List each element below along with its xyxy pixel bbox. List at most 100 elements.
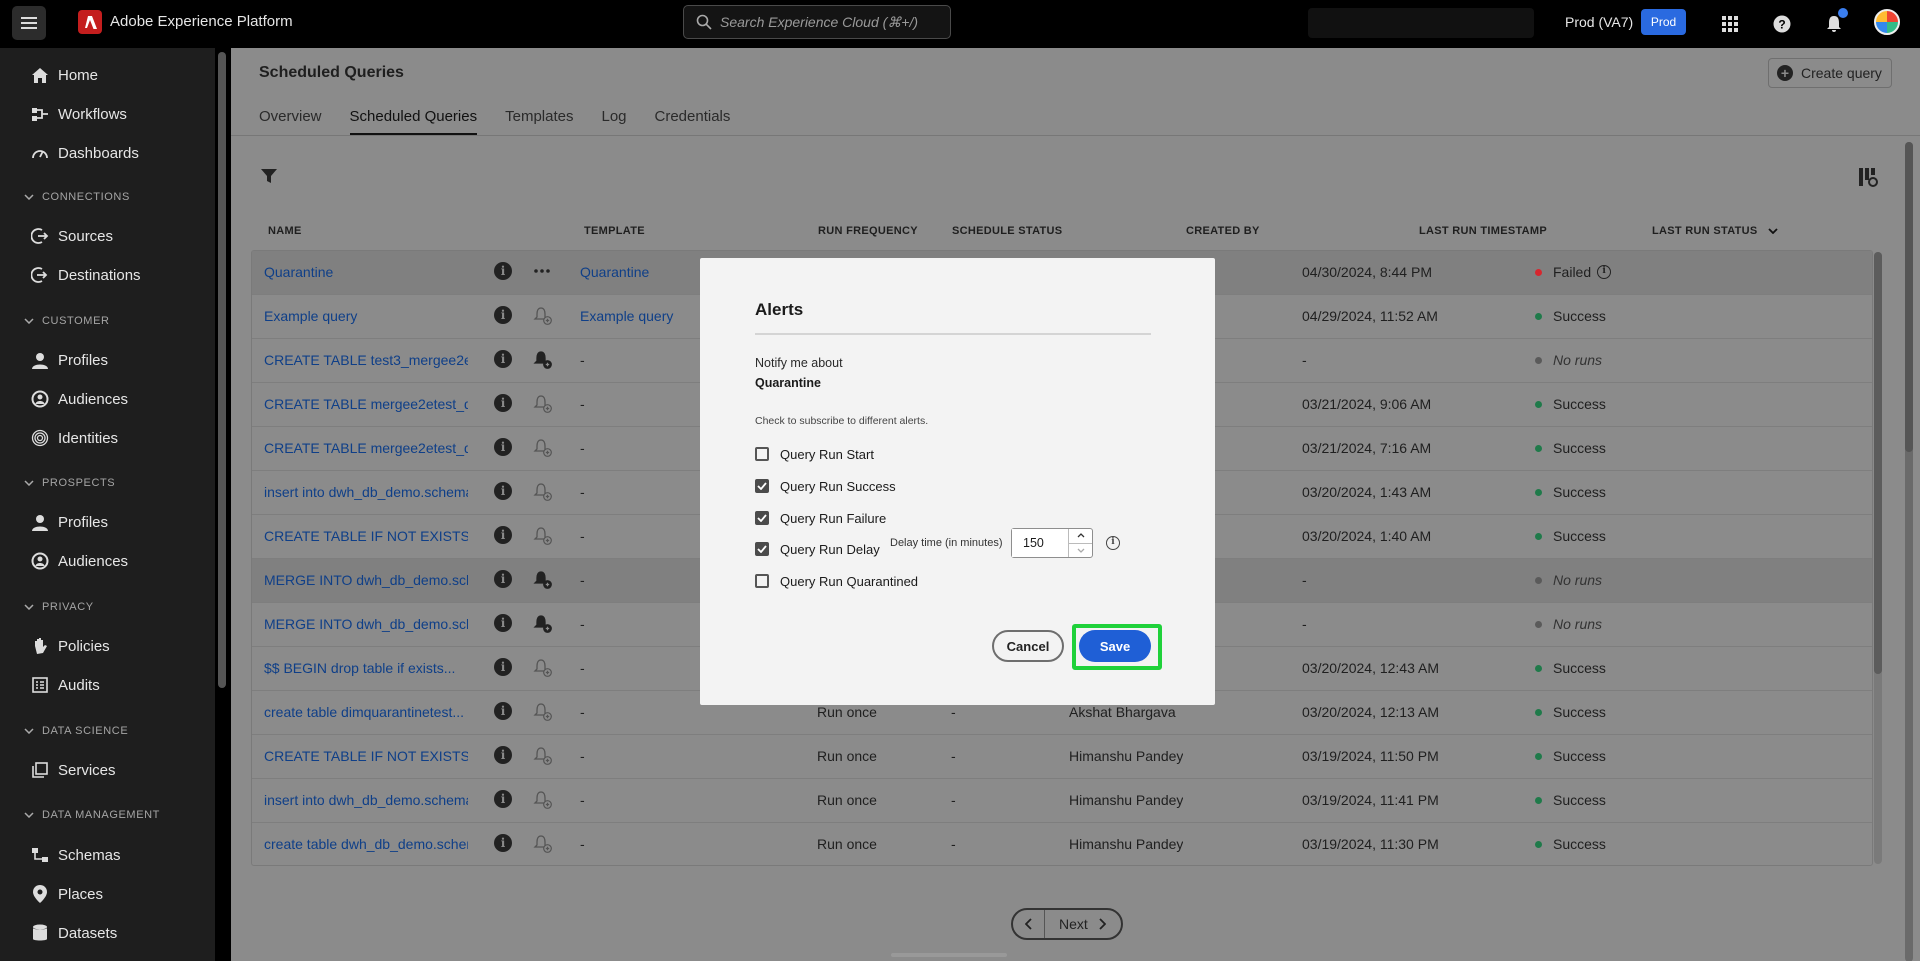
sidebar-section-prospects[interactable]: PROSPECTS [24, 477, 115, 489]
increment-button[interactable] [1069, 529, 1092, 544]
more-options-icon[interactable] [533, 262, 555, 282]
column-header-schedule-status[interactable]: SCHEDULE STATUS [952, 225, 1062, 237]
info-icon[interactable]: i [494, 570, 512, 588]
avatar[interactable] [1874, 9, 1900, 35]
info-icon[interactable]: i [494, 614, 512, 632]
sidebar-item-places[interactable]: Places [30, 882, 103, 906]
save-button[interactable]: Save [1079, 630, 1151, 662]
column-settings-icon[interactable] [1858, 167, 1878, 192]
info-icon[interactable]: i [494, 306, 512, 324]
info-icon[interactable]: i [494, 790, 512, 808]
alert-bell-icon[interactable] [533, 702, 555, 722]
info-icon[interactable]: i [494, 438, 512, 456]
query-name-link[interactable]: create table dimquarantinetest... [264, 704, 468, 720]
info-icon[interactable]: i [494, 702, 512, 720]
info-icon[interactable]: i [494, 526, 512, 544]
alert-bell-icon[interactable] [533, 834, 555, 854]
tab-log[interactable]: Log [601, 108, 626, 135]
failure-info-icon[interactable]: i [1597, 265, 1612, 279]
search-bar[interactable] [683, 5, 951, 39]
environment-badge[interactable]: Prod [1641, 9, 1686, 35]
sidebar-section-data-science[interactable]: DATA SCIENCE [24, 725, 128, 737]
alert-bell-icon[interactable] [533, 482, 555, 502]
delay-time-input[interactable] [1012, 529, 1068, 557]
checkbox[interactable] [755, 447, 769, 461]
help-icon[interactable]: ? [1770, 12, 1794, 36]
template-link[interactable]: Example query [580, 308, 690, 324]
filter-icon[interactable] [260, 167, 278, 190]
query-name-link[interactable]: CREATE TABLE IF NOT EXISTS dw [264, 748, 468, 764]
sidebar-item-destinations[interactable]: Destinations [30, 263, 141, 287]
query-name-link[interactable]: MERGE INTO dwh_db_demo.sche [264, 616, 468, 632]
sidebar-scrollbar[interactable] [218, 52, 226, 688]
sidebar-item-workflows[interactable]: Workflows [30, 102, 127, 126]
query-name-link[interactable]: $$ BEGIN drop table if exists... [264, 660, 468, 676]
page-scrollbar[interactable] [1905, 142, 1913, 961]
info-icon[interactable]: i [1106, 536, 1120, 550]
table-row[interactable]: create table dwh_db_demo.schem i - Run once… [252, 823, 1872, 865]
query-name-link[interactable]: insert into dwh_db_demo.schema [264, 792, 468, 808]
sidebar-item-schemas[interactable]: Schemas [30, 843, 121, 867]
alert-bell-icon[interactable] [533, 438, 555, 458]
alert-option-query-run-quarantined[interactable]: Query Run Quarantined [755, 571, 918, 591]
sidebar-item-prospect-audiences[interactable]: Audiences [30, 549, 128, 573]
sidebar-item-home[interactable]: Home [30, 63, 98, 87]
info-icon[interactable]: i [494, 394, 512, 412]
alert-bell-icon[interactable] [533, 570, 555, 590]
sidebar-item-sources[interactable]: Sources [30, 224, 113, 248]
tab-credentials[interactable]: Credentials [655, 108, 731, 135]
org-switcher-placeholder[interactable] [1308, 8, 1534, 38]
query-name-link[interactable]: CREATE TABLE mergee2etest_del [264, 396, 468, 412]
tab-scheduled-queries[interactable]: Scheduled Queries [349, 108, 477, 135]
query-name-link[interactable]: CREATE TABLE test3_mergee2ekk [264, 352, 468, 368]
table-row[interactable]: insert into dwh_db_demo.schema i - Run once… [252, 779, 1872, 823]
alert-bell-icon[interactable] [533, 350, 555, 370]
sidebar-item-services[interactable]: Services [30, 758, 116, 782]
table-scrollbar[interactable] [1874, 252, 1882, 864]
alert-bell-icon[interactable] [533, 790, 555, 810]
query-name-link[interactable]: Quarantine [264, 264, 468, 280]
query-name-link[interactable]: Example query [264, 308, 468, 324]
alert-bell-icon[interactable] [533, 614, 555, 634]
alert-bell-icon[interactable] [533, 746, 555, 766]
template-link[interactable]: Quarantine [580, 264, 690, 280]
info-icon[interactable]: i [494, 658, 512, 676]
query-name-link[interactable]: CREATE TABLE mergee2etest_del [264, 440, 468, 456]
sidebar-item-profiles[interactable]: Profiles [30, 348, 108, 372]
alert-bell-icon[interactable] [533, 306, 555, 326]
column-header-name[interactable]: NAME [268, 225, 302, 237]
info-icon[interactable]: i [494, 350, 512, 368]
horizontal-scroll-indicator[interactable] [891, 953, 1007, 957]
decrement-button[interactable] [1069, 544, 1092, 558]
info-icon[interactable]: i [494, 262, 512, 280]
tab-overview[interactable]: Overview [259, 108, 322, 135]
apps-grid-icon[interactable] [1718, 12, 1742, 36]
environment-label[interactable]: Prod (VA7) [1565, 14, 1633, 30]
checkbox[interactable] [755, 479, 769, 493]
delay-time-stepper[interactable] [1011, 528, 1093, 558]
search-input[interactable] [720, 14, 920, 30]
alert-bell-icon[interactable] [533, 658, 555, 678]
checkbox[interactable] [755, 542, 769, 556]
info-icon[interactable]: i [494, 746, 512, 764]
query-name-link[interactable]: create table dwh_db_demo.schem [264, 836, 468, 852]
column-header-last-run-status[interactable]: LAST RUN STATUS [1652, 225, 1778, 237]
checkbox[interactable] [755, 574, 769, 588]
alert-option-query-run-delay[interactable]: Query Run Delay [755, 539, 880, 559]
column-header-last-run-timestamp[interactable]: LAST RUN TIMESTAMP [1419, 225, 1547, 237]
sidebar-item-dashboards[interactable]: Dashboards [30, 141, 139, 165]
sidebar-item-prospect-profiles[interactable]: Profiles [30, 510, 108, 534]
cancel-button[interactable]: Cancel [992, 630, 1064, 662]
alert-bell-icon[interactable] [533, 526, 555, 546]
query-name-link[interactable]: insert into dwh_db_demo.schema [264, 484, 468, 500]
alert-bell-icon[interactable] [533, 394, 555, 414]
app-title[interactable]: Adobe Experience Platform [110, 13, 293, 30]
sidebar-section-customer[interactable]: CUSTOMER [24, 315, 110, 327]
alert-option-query-run-start[interactable]: Query Run Start [755, 444, 874, 464]
sidebar-item-audits[interactable]: Audits [30, 673, 100, 697]
table-row[interactable]: CREATE TABLE IF NOT EXISTS dw i - Run once -… [252, 735, 1872, 779]
menu-icon[interactable] [12, 6, 46, 40]
query-name-link[interactable]: CREATE TABLE IF NOT EXISTS dw [264, 528, 468, 544]
info-icon[interactable]: i [494, 482, 512, 500]
adobe-logo-icon[interactable] [78, 10, 102, 34]
